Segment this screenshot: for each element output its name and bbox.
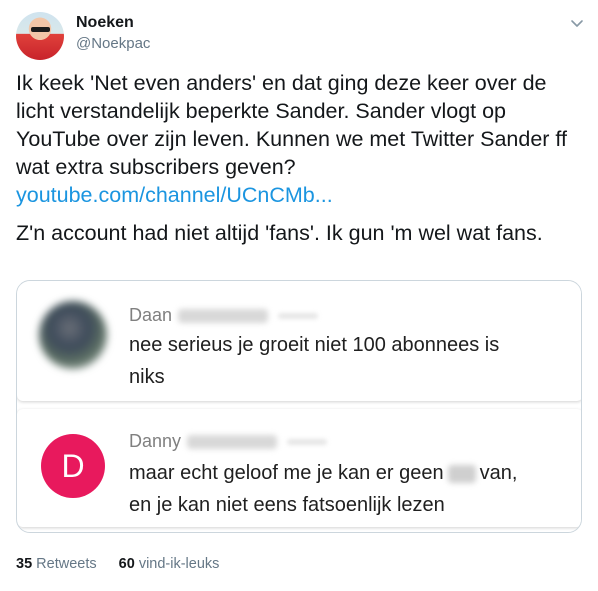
blurred-meta (287, 439, 328, 446)
tweet: Noeken @Noekpac Ik keek 'Net even anders… (0, 0, 598, 591)
author-avatar[interactable] (16, 12, 64, 60)
comment-card-danny: D Danny maar echt geloof me je kan er ge… (17, 409, 581, 527)
author-name[interactable]: Noeken (76, 14, 134, 32)
tweet-closing-line: Z'n account had niet altijd 'fans'. Ik g… (16, 221, 543, 245)
blurred-surname (178, 309, 269, 324)
tweet-line: YouTube over zijn leven. Kunnen we met T… (16, 127, 567, 151)
author-handle[interactable]: @Noekpac (76, 35, 150, 52)
sunglasses-graphic (31, 27, 50, 32)
attached-image[interactable]: Daan nee serieus je groeit niet 100 abon… (16, 280, 582, 533)
blurred-meta (278, 313, 319, 320)
comment-line: nee serieus je groeit niet 100 abonnees … (129, 334, 500, 356)
chevron-down-icon[interactable] (570, 16, 584, 30)
comment-text: nee serieus je groeit niet 100 abonnees … (129, 329, 559, 393)
censored-word (447, 464, 476, 483)
comment-text: maar echt geloof me je kan er geen van, e… (129, 457, 559, 521)
comment-line-start: maar echt geloof me je kan er geen (129, 462, 444, 484)
likes-count: 60 (118, 556, 135, 572)
likes-label: vind-ik-leuks (138, 556, 220, 572)
likes-stat[interactable]: 60 vind-ik-leuks (119, 556, 220, 572)
commenter-first-name: Daan (129, 305, 173, 325)
retweets-label: Retweets (36, 556, 97, 572)
tweet-line: licht verstandelijk beperkte Sander. San… (16, 99, 507, 123)
retweets-stat[interactable]: 35 Retweets (16, 556, 97, 572)
comment-line: maar echt geloof me je kan er geen van, (129, 457, 559, 489)
retweets-count: 35 (16, 556, 33, 572)
comment-line: en je kan niet eens fatsoenlijk lezen (129, 494, 445, 516)
tweet-line: Ik keek 'Net even anders' en dat ging de… (16, 71, 547, 95)
comment-card-daan: Daan nee serieus je groeit niet 100 abon… (17, 281, 581, 401)
blurred-avatar (39, 301, 107, 369)
commenter-name: Daan (129, 305, 319, 326)
comment-line-end: van, (479, 462, 518, 484)
letter-avatar: D (41, 434, 105, 498)
tweet-text: Ik keek 'Net even anders' en dat ging de… (16, 69, 582, 247)
blurred-surname (187, 435, 278, 450)
youtube-link[interactable]: youtube.com/channel/UCnCMb... (16, 181, 582, 209)
tweet-line: wat extra subscribers geven? (16, 155, 296, 179)
commenter-first-name: Danny (129, 431, 182, 451)
comment-line: niks (129, 366, 165, 388)
commenter-name: Danny (129, 431, 328, 452)
tweet-stats: 35 Retweets 60 vind-ik-leuks (16, 556, 237, 572)
